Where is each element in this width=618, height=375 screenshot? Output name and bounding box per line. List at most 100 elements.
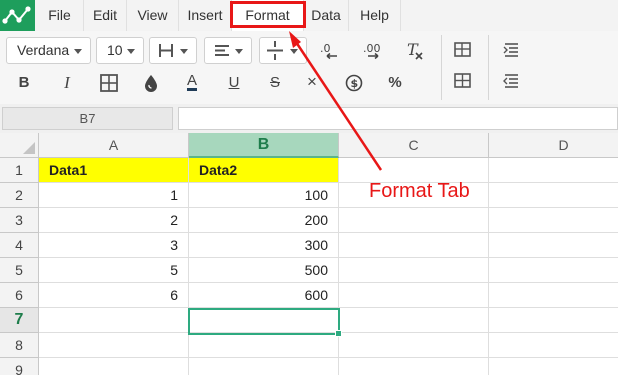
clear-format-icon[interactable]: T: [403, 38, 427, 62]
font-family-value: Verdana: [17, 42, 70, 58]
column-header-a[interactable]: A: [39, 133, 189, 158]
cell-c8[interactable]: [339, 333, 489, 358]
indent-increase-icon[interactable]: [500, 38, 524, 62]
horizontal-align-dropdown[interactable]: [204, 37, 252, 64]
cell-c3[interactable]: [339, 208, 489, 233]
font-family-dropdown[interactable]: Verdana: [6, 37, 91, 64]
bold-button[interactable]: B: [12, 71, 36, 95]
svg-text:.00: .00: [363, 42, 381, 55]
table-grid-icon[interactable]: [451, 69, 475, 93]
chevron-down-icon: [127, 49, 135, 54]
vertical-align-icon: [267, 41, 283, 60]
cell-c9[interactable]: [339, 358, 489, 375]
row-header-9[interactable]: 9: [0, 358, 39, 375]
cell-d6[interactable]: [489, 283, 618, 308]
border-style-icon: [159, 44, 173, 57]
menu-edit[interactable]: Edit: [84, 0, 127, 31]
menu-insert[interactable]: Insert: [179, 0, 232, 31]
cell-d4[interactable]: [489, 233, 618, 258]
cell-b7[interactable]: [189, 308, 339, 333]
row-header-6[interactable]: 6: [0, 283, 39, 308]
cell-c6[interactable]: [339, 283, 489, 308]
cell-a6[interactable]: 6: [39, 283, 189, 308]
cell-a9[interactable]: [39, 358, 189, 375]
cell-a2[interactable]: 1: [39, 183, 189, 208]
menu-format[interactable]: Format: [232, 0, 304, 31]
currency-button[interactable]: $: [342, 71, 366, 95]
vertical-align-dropdown[interactable]: [259, 37, 307, 64]
increase-decimals-icon[interactable]: .00: [362, 38, 386, 62]
cell-a4[interactable]: 3: [39, 233, 189, 258]
select-all-corner[interactable]: [0, 133, 39, 158]
svg-text:.0: .0: [320, 42, 331, 55]
svg-text:T: T: [407, 40, 419, 59]
row-header-5[interactable]: 5: [0, 258, 39, 283]
indent-decrease-icon[interactable]: [500, 69, 524, 93]
cell-b6[interactable]: 600: [189, 283, 339, 308]
column-header-d[interactable]: D: [489, 133, 618, 158]
column-header-b[interactable]: B: [189, 133, 339, 158]
column-header-c[interactable]: C: [339, 133, 489, 158]
border-style-dropdown[interactable]: [149, 37, 197, 64]
menu-data[interactable]: Data: [304, 0, 349, 31]
clear-icon[interactable]: ×: [300, 70, 324, 94]
row-header-1[interactable]: 1: [0, 158, 39, 183]
cell-d2[interactable]: [489, 183, 618, 208]
cell-b1[interactable]: Data2: [189, 158, 339, 183]
cell-b2[interactable]: 100: [189, 183, 339, 208]
cell-d9[interactable]: [489, 358, 618, 375]
align-left-icon: [215, 45, 229, 56]
cell-a1[interactable]: Data1: [39, 158, 189, 183]
cell-b3[interactable]: 200: [189, 208, 339, 233]
cell-d8[interactable]: [489, 333, 618, 358]
cell-d5[interactable]: [489, 258, 618, 283]
name-box[interactable]: B7: [2, 107, 173, 130]
cell-borders-icon[interactable]: [97, 71, 121, 95]
strikethrough-button[interactable]: S: [263, 71, 287, 95]
text-color-button[interactable]: A: [180, 69, 204, 93]
cell-c4[interactable]: [339, 233, 489, 258]
chevron-down-icon: [235, 49, 243, 54]
cell-a3[interactable]: 2: [39, 208, 189, 233]
formula-bar: B7: [0, 104, 618, 134]
percent-button[interactable]: %: [383, 71, 407, 95]
cell-c5[interactable]: [339, 258, 489, 283]
cell-d3[interactable]: [489, 208, 618, 233]
italic-button[interactable]: I: [55, 71, 79, 95]
font-size-value: 10: [107, 42, 123, 58]
row-header-8[interactable]: 8: [0, 333, 39, 358]
decrease-decimals-icon[interactable]: .0: [317, 38, 341, 62]
toolbar-separator: [441, 35, 442, 100]
cell-d1[interactable]: [489, 158, 618, 183]
chevron-down-icon: [290, 49, 298, 54]
svg-text:$: $: [351, 77, 359, 90]
row-header-3[interactable]: 3: [0, 208, 39, 233]
font-size-dropdown[interactable]: 10: [96, 37, 144, 64]
cell-d7[interactable]: [489, 308, 618, 333]
menu-file[interactable]: File: [36, 0, 84, 31]
toolbar-separator: [488, 35, 489, 100]
app-logo[interactable]: [0, 0, 35, 31]
row-header-2[interactable]: 2: [0, 183, 39, 208]
toolbar: Verdana 10 .0 .00 T B I A U S × $ %: [0, 31, 618, 105]
row-header-7[interactable]: 7: [0, 308, 39, 333]
cell-b8[interactable]: [189, 333, 339, 358]
spreadsheet-grid: A B C D 1 2 3 4 5 6 7 8 9 Data1 Data2 1 …: [0, 133, 618, 375]
cell-a5[interactable]: 5: [39, 258, 189, 283]
cell-a7[interactable]: [39, 308, 189, 333]
menu-view[interactable]: View: [127, 0, 179, 31]
cell-b5[interactable]: 500: [189, 258, 339, 283]
table-icon[interactable]: [451, 38, 475, 62]
cell-c7[interactable]: [339, 308, 489, 333]
cell-b9[interactable]: [189, 358, 339, 375]
cell-b4[interactable]: 300: [189, 233, 339, 258]
chevron-down-icon: [74, 49, 82, 54]
menu-help[interactable]: Help: [349, 0, 401, 31]
formula-input[interactable]: [178, 107, 618, 130]
menu-bar: File Edit View Insert Format Data Help: [0, 0, 618, 32]
cell-a8[interactable]: [39, 333, 189, 358]
annotation-label: Format Tab: [369, 180, 470, 202]
underline-button[interactable]: U: [222, 71, 246, 95]
row-header-4[interactable]: 4: [0, 233, 39, 258]
fill-color-icon[interactable]: [139, 71, 163, 95]
